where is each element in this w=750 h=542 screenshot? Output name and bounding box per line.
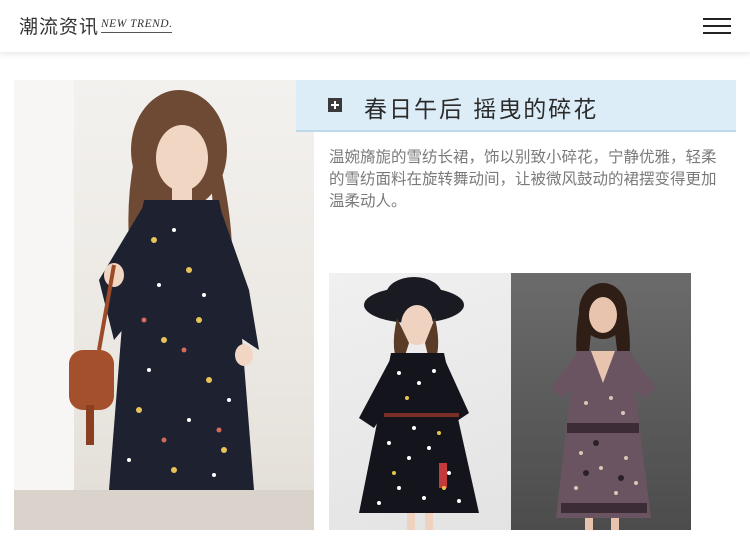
menu-line xyxy=(703,32,731,34)
polka-dot-dress-illustration xyxy=(359,277,479,530)
menu-line xyxy=(703,18,731,20)
article-title-band: 春日午后 摇曳的碎花 xyxy=(296,80,736,132)
brand-title-english[interactable]: NEW TREND. xyxy=(101,17,173,33)
polka-dot-dress-photo[interactable] xyxy=(329,273,511,530)
menu-line xyxy=(703,25,731,27)
floral-dress-illustration xyxy=(14,80,314,530)
paisley-dress-illustration xyxy=(551,283,656,530)
paisley-dress-photo[interactable] xyxy=(511,273,691,530)
top-navigation-bar: 潮流资讯 NEW TREND. xyxy=(0,0,750,52)
article-title: 春日午后 摇曳的碎花 xyxy=(364,97,599,123)
main-model-photo[interactable] xyxy=(14,80,314,530)
article-description: 温婉旖旎的雪纺长裙，饰以别致小碎花，宁静优雅，轻柔的雪纺面料在旋转舞动间，让被微… xyxy=(329,148,717,210)
hamburger-menu-icon[interactable] xyxy=(703,16,731,36)
brand-title-chinese[interactable]: 潮流资讯 xyxy=(19,12,99,39)
plus-square-icon[interactable] xyxy=(328,98,342,112)
